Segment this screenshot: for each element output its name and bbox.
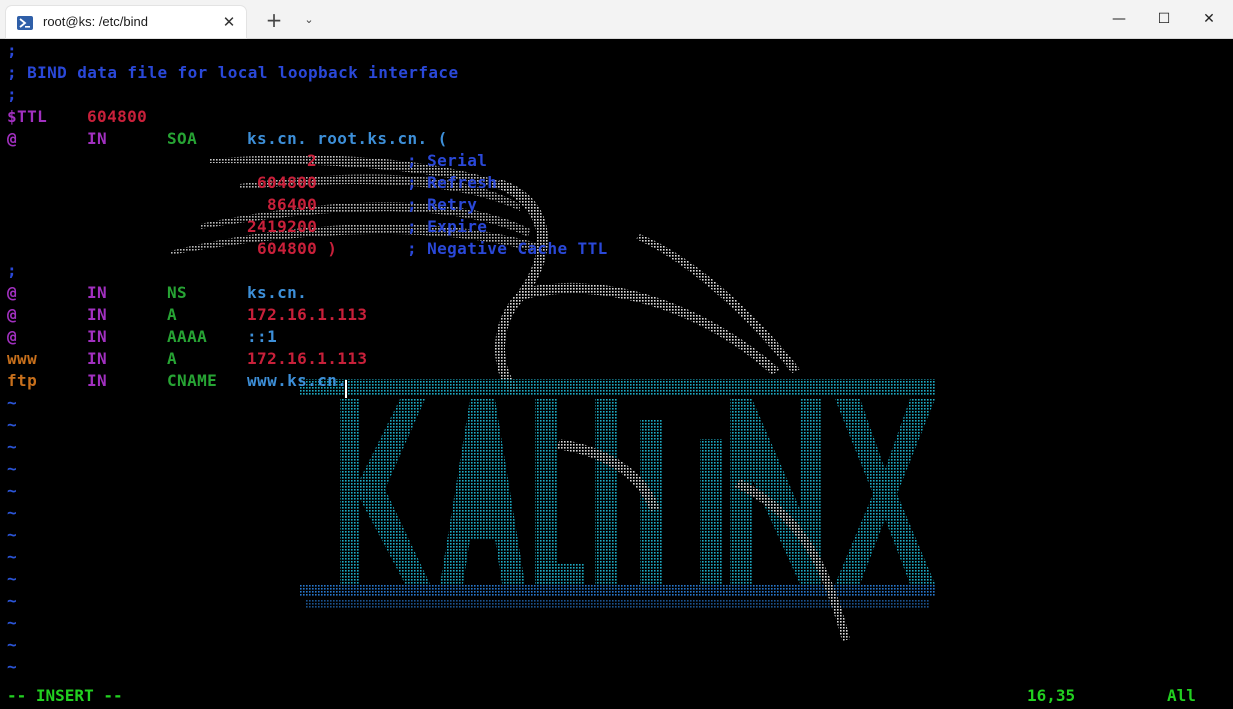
empty-line-marker: ~	[7, 591, 18, 610]
record-data: www.ks.cn.	[247, 371, 348, 390]
record-data: 172.16.1.113	[247, 305, 368, 324]
serial-value: 2	[307, 151, 318, 170]
soa-negttl-line: 604800 ) ; Negative Cache TTL	[7, 238, 607, 260]
record-name: @	[7, 305, 18, 324]
minimize-button[interactable]: —	[1096, 0, 1142, 38]
scroll-position: All	[1167, 686, 1196, 705]
terminal-area[interactable]: ; ; BIND data file for local loopback in…	[0, 39, 1233, 709]
record-type: SOA	[167, 129, 198, 148]
record-name: @	[7, 283, 18, 302]
record-class: IN	[87, 283, 108, 302]
soa-expire-line: 2419200 ; Expire	[7, 216, 487, 238]
chevron-down-icon[interactable]: ⌄	[297, 9, 321, 31]
record-class: IN	[87, 129, 108, 148]
record-name: www	[7, 349, 38, 368]
record-type: A	[167, 349, 178, 368]
record-line: @ IN NS ks.cn.	[7, 282, 307, 304]
record-line: @ IN A 172.16.1.113	[7, 304, 367, 326]
negttl-comment: ; Negative Cache TTL	[407, 239, 608, 258]
comment-line: ;	[7, 41, 18, 60]
record-data: 172.16.1.113	[247, 349, 368, 368]
empty-line-marker: ~	[7, 459, 18, 478]
empty-line-marker: ~	[7, 393, 18, 412]
retry-comment: ; Retry	[407, 195, 478, 214]
record-line: @ IN AAAA ::1	[7, 326, 277, 348]
empty-line-marker: ~	[7, 415, 18, 434]
text-cursor	[345, 380, 347, 398]
editor-mode-indicator: -- INSERT --	[7, 686, 123, 705]
close-button[interactable]: ✕	[1186, 0, 1232, 38]
refresh-value: 604800	[257, 173, 318, 192]
record-name: @	[7, 327, 18, 346]
empty-line-marker: ~	[7, 547, 18, 566]
soa-line: @ IN SOA ks.cn. root.ks.cn. (	[7, 128, 447, 150]
comment-line: ;	[7, 261, 18, 280]
empty-line-marker: ~	[7, 481, 18, 500]
record-line: ftp IN CNAME www.ks.cn.	[7, 370, 347, 392]
comment-line: ; BIND data file for local loopback inte…	[7, 63, 459, 82]
new-tab-icon[interactable]: +	[262, 9, 286, 31]
record-class: IN	[87, 371, 108, 390]
tab-close-icon[interactable]: ✕	[220, 13, 238, 31]
record-type: AAAA	[167, 327, 208, 346]
ttl-line: $TTL 604800	[7, 106, 147, 128]
empty-line-marker: ~	[7, 657, 18, 676]
maximize-button[interactable]: ☐	[1141, 0, 1187, 38]
empty-line-marker: ~	[7, 569, 18, 588]
record-class: IN	[87, 305, 108, 324]
record-name: ftp	[7, 371, 38, 390]
soa-retry-line: 86400 ; Retry	[7, 194, 477, 216]
record-data: ks.cn. root.ks.cn. (	[247, 129, 448, 148]
title-bar: root@ks: /etc/bind ✕ + ⌄ — ☐ ✕	[0, 0, 1233, 39]
soa-refresh-line: 604800 ; Refresh	[7, 172, 497, 194]
empty-line-marker: ~	[7, 525, 18, 544]
record-type: A	[167, 305, 178, 324]
ttl-value: 604800	[87, 107, 148, 126]
comment-line: ;	[7, 85, 18, 104]
cursor-position: 16,35	[1027, 686, 1076, 705]
terminal-tab[interactable]: root@ks: /etc/bind ✕	[6, 6, 246, 38]
empty-line-marker: ~	[7, 613, 18, 632]
refresh-comment: ; Refresh	[407, 173, 498, 192]
record-type: CNAME	[167, 371, 218, 390]
tab-title: root@ks: /etc/bind	[43, 14, 148, 29]
record-type: NS	[167, 283, 188, 302]
record-class: IN	[87, 349, 108, 368]
record-name: @	[7, 129, 18, 148]
negttl-value: 604800 )	[257, 239, 338, 258]
serial-comment: ; Serial	[407, 151, 488, 170]
record-data: ks.cn.	[247, 283, 308, 302]
empty-line-marker: ~	[7, 437, 18, 456]
record-data: ::1	[247, 327, 278, 346]
powershell-icon	[17, 15, 33, 30]
empty-line-marker: ~	[7, 635, 18, 654]
expire-comment: ; Expire	[407, 217, 488, 236]
empty-line-marker: ~	[7, 503, 18, 522]
ttl-key: $TTL	[7, 107, 48, 126]
retry-value: 86400	[267, 195, 318, 214]
record-class: IN	[87, 327, 108, 346]
expire-value: 2419200	[247, 217, 318, 236]
record-line: www IN A 172.16.1.113	[7, 348, 367, 370]
soa-serial-line: 2 ; Serial	[7, 150, 487, 172]
